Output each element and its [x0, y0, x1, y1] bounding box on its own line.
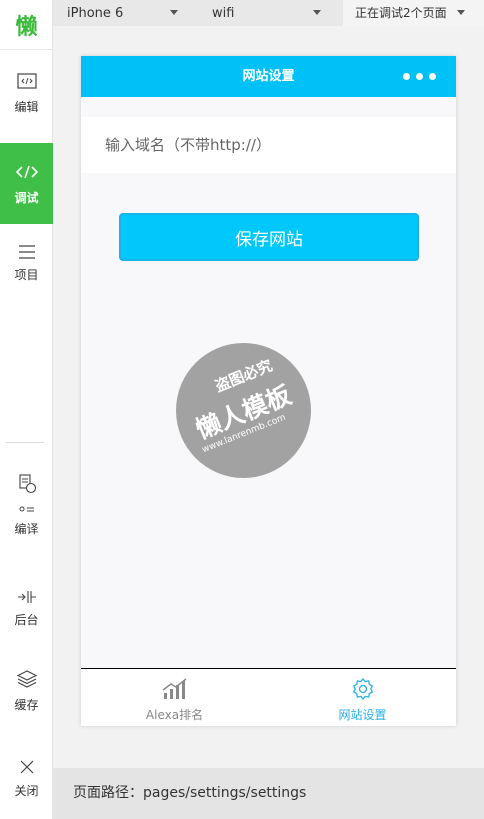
- compile-icon: [16, 472, 38, 514]
- close-icon: [19, 757, 35, 776]
- nav-bar: 网站设置: [81, 56, 456, 97]
- sidebar-item-label: 项目: [14, 268, 39, 282]
- page-path-bar: 页面路径：pages/settings/settings: [53, 768, 484, 819]
- sidebar-item-cache[interactable]: 缓存: [0, 668, 53, 714]
- sidebar-item-label: 关闭: [14, 784, 39, 798]
- chevron-down-icon: [170, 10, 178, 15]
- network-select-value: wifi: [212, 5, 235, 21]
- code-icon: [15, 161, 38, 183]
- layers-icon: [16, 668, 37, 690]
- tab-label: 网站设置: [338, 708, 387, 722]
- bar-chart-icon: [161, 676, 189, 702]
- tab-bar: Alexa排名 网站设置: [81, 668, 456, 726]
- settings-icon: [351, 676, 375, 702]
- device-select-value: iPhone 6: [67, 5, 124, 21]
- more-icon[interactable]: [403, 73, 436, 80]
- sidebar-item-compile[interactable]: 编译: [0, 472, 53, 542]
- page-title: 网站设置: [242, 69, 295, 84]
- watermark: 盗图必究 懒人模板 www.lanrenmb.com: [176, 343, 311, 478]
- domain-input-row: [81, 117, 456, 173]
- menu-icon: [18, 243, 36, 260]
- chevron-down-icon: [457, 10, 465, 15]
- sidebar-item-close[interactable]: 关闭: [0, 757, 53, 799]
- sidebar-item-label: 编辑: [14, 100, 39, 114]
- tab-settings[interactable]: 网站设置: [269, 669, 456, 727]
- sidebar-item-project[interactable]: 项目: [0, 243, 53, 283]
- device-select[interactable]: iPhone 6: [67, 0, 123, 26]
- tab-label: Alexa排名: [145, 708, 204, 722]
- sidebar-item-edit[interactable]: 编辑: [0, 70, 53, 130]
- network-select[interactable]: wifi: [212, 0, 234, 26]
- tab-alexa[interactable]: Alexa排名: [81, 669, 268, 727]
- sidebar: 懒 编辑 调试 项目 编译 后台 缓存 关闭: [0, 0, 53, 819]
- domain-input[interactable]: [81, 117, 456, 173]
- debug-pages-select[interactable]: 正在调试2个页面: [343, 0, 484, 26]
- code-box-icon: [16, 70, 37, 92]
- logo-text: 懒: [15, 14, 38, 40]
- sidebar-divider: [6, 442, 44, 443]
- chevron-down-icon: [313, 10, 321, 15]
- background-icon: [17, 588, 37, 605]
- sidebar-item-label: 调试: [14, 191, 39, 205]
- save-site-button[interactable]: 保存网站: [119, 213, 419, 261]
- simulator-toolbar: iPhone 6 wifi 正在调试2个页面: [53, 0, 484, 26]
- sidebar-item-debug[interactable]: 调试: [0, 143, 53, 224]
- sidebar-item-label: 编译: [14, 522, 39, 536]
- sidebar-item-label: 缓存: [14, 698, 39, 712]
- debug-pages-value: 正在调试2个页面: [355, 6, 447, 20]
- phone-simulator: 网站设置 保存网站 盗图必究 懒人模板 www.lanrenmb.com Ale…: [81, 56, 456, 726]
- sidebar-item-background[interactable]: 后台: [0, 588, 53, 628]
- logo: 懒: [0, 0, 53, 50]
- sidebar-item-label: 后台: [14, 613, 39, 627]
